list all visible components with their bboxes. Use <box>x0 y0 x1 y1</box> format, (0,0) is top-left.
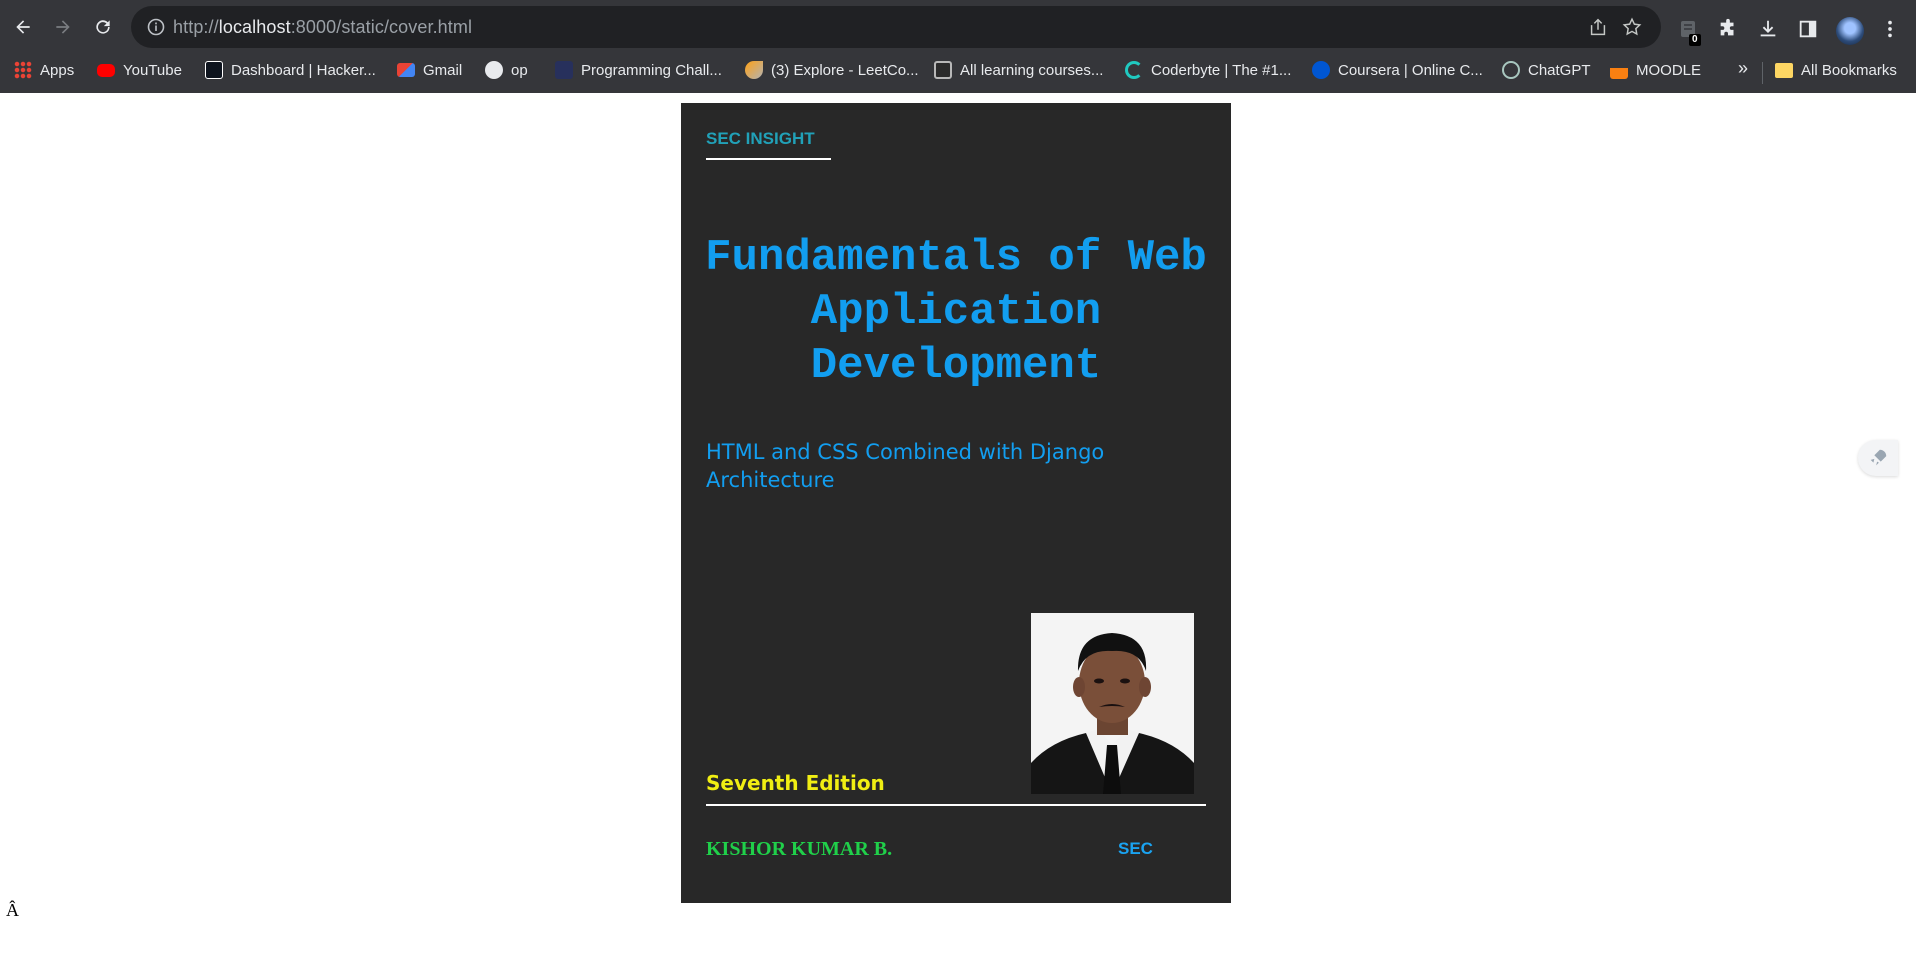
bookmark-youtube[interactable]: YouTube <box>97 58 182 82</box>
coursera-icon <box>1312 61 1330 79</box>
share-icon[interactable] <box>1587 16 1609 38</box>
author-name: KISHOR KUMAR B. <box>706 838 893 860</box>
bookmarks-bar: Apps YouTube Dashboard | Hacker... Gmail… <box>0 54 1916 86</box>
url-host: localhost <box>218 17 291 37</box>
edition-label: Seventh Edition <box>706 771 885 795</box>
bookmark-gmail[interactable]: Gmail <box>397 58 462 82</box>
apps-grid-icon <box>14 61 32 79</box>
reload-icon <box>96 20 110 34</box>
publisher-label: SEC <box>1118 839 1153 858</box>
back-button[interactable] <box>9 13 37 41</box>
profile-avatar[interactable] <box>1836 17 1864 45</box>
gmail-icon <box>397 63 415 77</box>
bookmark-learning[interactable]: All learning courses... <box>934 58 1103 82</box>
address-bar[interactable]: http://localhost:8000/static/cover.html <box>131 6 1661 48</box>
globe-icon <box>485 61 503 79</box>
author-portrait <box>1031 613 1194 794</box>
bookmark-label: ChatGPT <box>1528 61 1591 79</box>
puzzle-icon[interactable] <box>1717 18 1739 40</box>
menu-kebab-icon[interactable] <box>1879 18 1901 40</box>
programming-icon <box>555 61 573 79</box>
reload-button[interactable] <box>89 13 117 41</box>
bookmark-label: All Bookmarks <box>1801 61 1897 79</box>
extension-badge: 0 <box>1689 34 1701 46</box>
download-icon[interactable] <box>1757 18 1779 40</box>
forward-button[interactable] <box>49 13 77 41</box>
bookmark-label: Dashboard | Hacker... <box>231 61 376 79</box>
arrow-right-icon <box>56 20 70 34</box>
bookmark-moodle[interactable]: MOODLE <box>1610 58 1701 82</box>
bookmark-chatgpt[interactable]: ChatGPT <box>1502 58 1591 82</box>
url-text[interactable]: http://localhost:8000/static/cover.html <box>173 17 472 38</box>
browser-toolbar: http://localhost:8000/static/cover.html … <box>0 5 1916 49</box>
bookmark-coderbyte[interactable]: Coderbyte | The #1... <box>1125 58 1291 82</box>
bookmarks-divider <box>1762 62 1763 84</box>
bookmark-apps[interactable]: Apps <box>14 58 74 82</box>
bookmark-label: Coursera | Online C... <box>1338 61 1483 79</box>
bookmark-coursera[interactable]: Coursera | Online C... <box>1312 58 1483 82</box>
bookmark-label: MOODLE <box>1636 61 1702 79</box>
url-scheme: http:// <box>173 17 219 37</box>
moodle-icon <box>1610 61 1628 79</box>
floating-side-button[interactable] <box>1858 440 1898 476</box>
edition-divider <box>706 804 1206 806</box>
cc-icon <box>934 61 952 79</box>
leetcode-icon <box>745 61 763 79</box>
bookmark-star-icon[interactable] <box>1621 16 1643 38</box>
bookmark-label: Apps <box>40 61 75 79</box>
folder-icon <box>1775 62 1793 78</box>
brand-underline <box>706 158 831 160</box>
hackerrank-icon <box>205 61 223 79</box>
info-icon[interactable] <box>146 17 166 37</box>
bookmark-hackerrank[interactable]: Dashboard | Hacker... <box>205 58 376 82</box>
bookmark-label: YouTube <box>123 61 182 79</box>
coderbyte-icon <box>1125 61 1143 79</box>
bookmark-label: Coderbyte | The #1... <box>1151 61 1292 79</box>
bookmark-label: op <box>511 61 528 79</box>
bookmark-programming[interactable]: Programming Chall... <box>555 58 722 82</box>
youtube-icon <box>97 63 115 77</box>
bookmark-label: (3) Explore - LeetCo... <box>771 61 919 79</box>
bookmark-leetcode[interactable]: (3) Explore - LeetCo... <box>745 58 919 82</box>
bookmark-label: Gmail <box>423 61 463 79</box>
book-subtitle: HTML and CSS Combined with Django Archit… <box>706 440 1105 492</box>
stray-character: Â <box>6 900 19 920</box>
brand-label: SEC INSIGHT <box>706 129 815 148</box>
arrow-left-icon <box>16 20 30 34</box>
more-bookmarks-button[interactable]: » <box>1738 58 1748 79</box>
rocket-icon <box>1870 449 1887 466</box>
side-panel-icon[interactable] <box>1797 18 1819 40</box>
browser-chrome: http://localhost:8000/static/cover.html … <box>0 0 1916 93</box>
all-bookmarks-button[interactable]: All Bookmarks <box>1775 58 1897 82</box>
author-photo <box>1031 613 1194 794</box>
bookmark-label: Programming Chall... <box>581 61 722 79</box>
bookmark-op[interactable]: op <box>485 58 528 82</box>
chatgpt-icon <box>1502 61 1520 79</box>
url-path: :8000/static/cover.html <box>290 17 473 37</box>
book-cover: SEC INSIGHT Fundamentals of Web Applicat… <box>681 103 1231 903</box>
book-title: Fundamentals of Web Application Developm… <box>705 233 1207 391</box>
bookmark-label: All learning courses... <box>960 61 1104 79</box>
